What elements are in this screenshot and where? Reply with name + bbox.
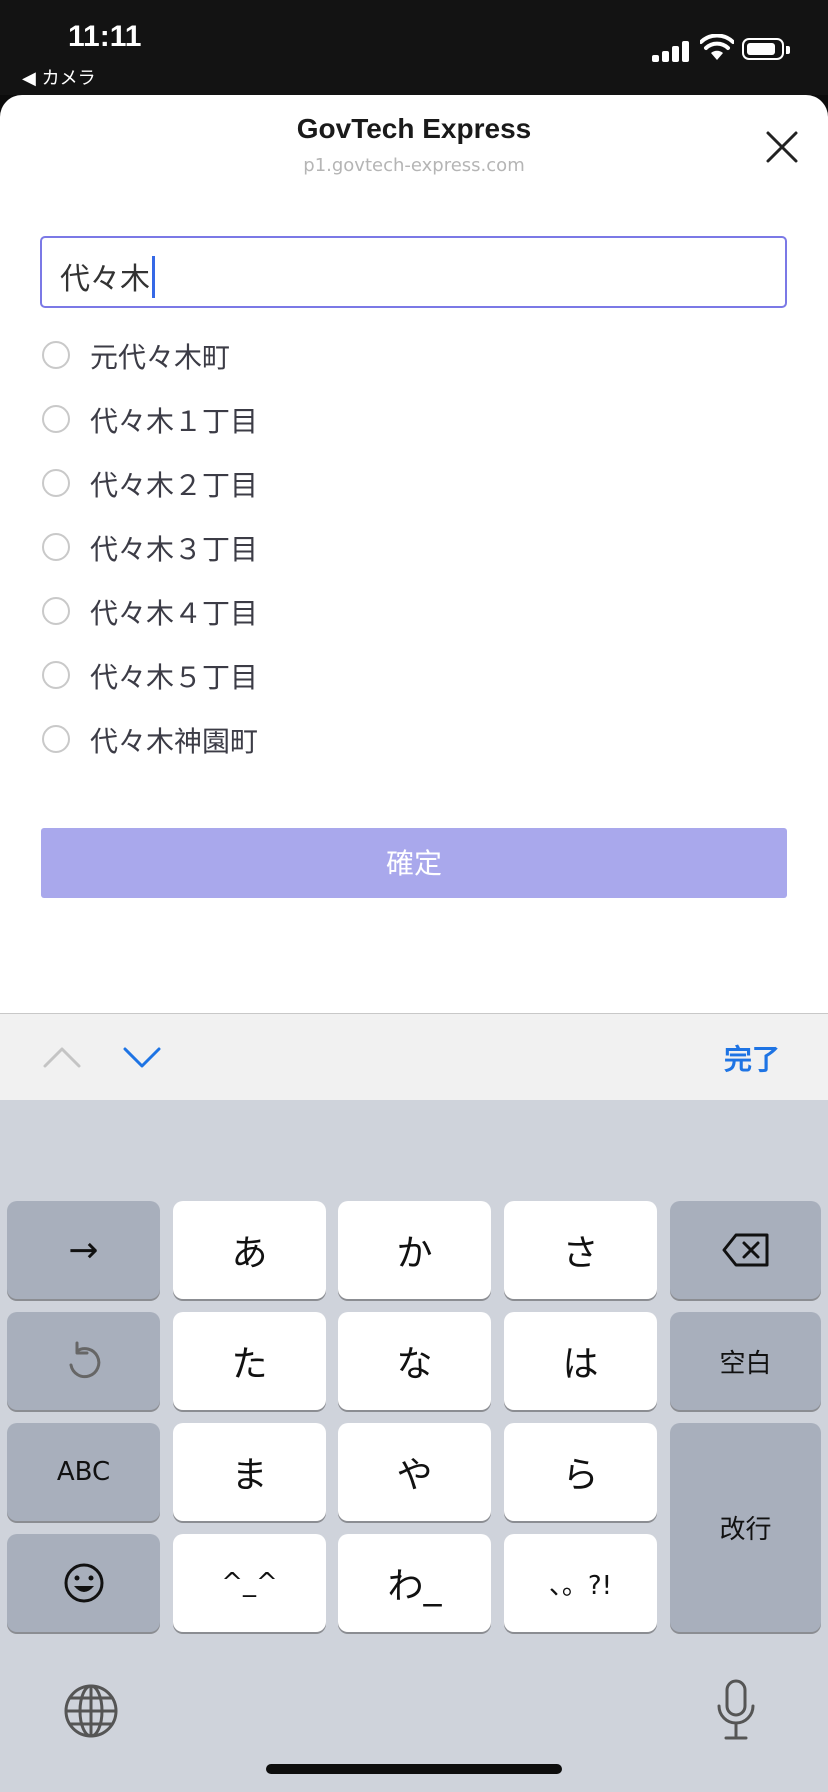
status-bar: 11:11 ◀ カメラ <box>0 0 828 95</box>
chevron-up-icon[interactable] <box>42 1044 82 1070</box>
keyboard-accessory-bar: 完了 <box>0 1013 828 1100</box>
kana-key-ha[interactable]: は <box>504 1312 657 1410</box>
done-button[interactable]: 完了 <box>724 1038 780 1078</box>
home-indicator[interactable] <box>266 1764 562 1774</box>
microphone-icon[interactable] <box>714 1678 758 1742</box>
radio-button[interactable] <box>42 597 70 625</box>
radio-button[interactable] <box>42 533 70 561</box>
kana-key-a[interactable]: あ <box>173 1201 326 1299</box>
globe-icon[interactable] <box>62 1682 120 1740</box>
sheet-url: p1.govtech-express.com <box>303 155 525 176</box>
japanese-keyboard: → あ か さ た な は 空白 ABC ま や ら 改行 ^_^ わ_ 、。?… <box>0 1100 828 1792</box>
address-options-list: 元代々木町 代々木１丁目 代々木２丁目 代々木３丁目 代々木４丁目 代々木５丁目… <box>40 324 800 772</box>
kaomoji-key[interactable]: ^_^ <box>173 1534 326 1632</box>
sheet-title: GovTech Express <box>296 113 532 144</box>
option-item[interactable]: 代々木神園町 <box>40 708 800 772</box>
close-icon[interactable] <box>764 129 800 165</box>
status-time: 11:11 <box>68 20 142 53</box>
option-label: 代々木５丁目 <box>90 661 259 694</box>
radio-button[interactable] <box>42 725 70 753</box>
option-label: 代々木神園町 <box>90 725 259 758</box>
abc-key[interactable]: ABC <box>7 1423 160 1521</box>
battery-icon <box>742 38 790 60</box>
radio-button[interactable] <box>42 469 70 497</box>
radio-button[interactable] <box>42 341 70 369</box>
web-sheet: GovTech Express p1.govtech-express.com 代… <box>0 95 828 1013</box>
kana-key-ya[interactable]: や <box>338 1423 491 1521</box>
cellular-signal-icon <box>652 40 692 62</box>
next-char-key[interactable]: → <box>7 1201 160 1299</box>
undo-key[interactable] <box>7 1312 160 1410</box>
address-search-input[interactable]: 代々木 <box>40 236 787 308</box>
kana-key-na[interactable]: な <box>338 1312 491 1410</box>
option-item[interactable]: 元代々木町 <box>40 324 800 388</box>
option-item[interactable]: 代々木２丁目 <box>40 452 800 516</box>
kana-key-ta[interactable]: た <box>173 1312 326 1410</box>
option-label: 代々木３丁目 <box>90 533 259 566</box>
back-to-camera-link[interactable]: ◀ カメラ <box>22 64 96 90</box>
option-label: 代々木４丁目 <box>90 597 259 630</box>
emoji-key[interactable] <box>7 1534 160 1632</box>
kana-key-ma[interactable]: ま <box>173 1423 326 1521</box>
chevron-down-icon[interactable] <box>122 1044 162 1070</box>
text-caret <box>152 255 155 298</box>
kana-key-ka[interactable]: か <box>338 1201 491 1299</box>
radio-button[interactable] <box>42 405 70 433</box>
option-label: 元代々木町 <box>90 341 231 374</box>
wifi-icon <box>700 34 734 60</box>
option-item[interactable]: 代々木３丁目 <box>40 516 800 580</box>
delete-key[interactable] <box>670 1201 821 1299</box>
search-input-value: 代々木 <box>60 262 150 297</box>
confirm-button[interactable]: 確定 <box>41 828 787 898</box>
emoji-icon <box>64 1563 103 1603</box>
option-item[interactable]: 代々木４丁目 <box>40 580 800 644</box>
kana-key-ra[interactable]: ら <box>504 1423 657 1521</box>
kana-key-wa[interactable]: わ_ <box>338 1534 491 1632</box>
delete-icon <box>722 1233 768 1267</box>
kana-key-sa[interactable]: さ <box>504 1201 657 1299</box>
space-key[interactable]: 空白 <box>670 1312 821 1410</box>
radio-button[interactable] <box>42 661 70 689</box>
option-item[interactable]: 代々木１丁目 <box>40 388 800 452</box>
undo-icon <box>69 1341 100 1379</box>
option-label: 代々木２丁目 <box>90 469 259 502</box>
return-key[interactable]: 改行 <box>670 1423 821 1632</box>
option-label: 代々木１丁目 <box>90 405 259 438</box>
option-item[interactable]: 代々木５丁目 <box>40 644 800 708</box>
punctuation-key[interactable]: 、。?! <box>504 1534 657 1632</box>
